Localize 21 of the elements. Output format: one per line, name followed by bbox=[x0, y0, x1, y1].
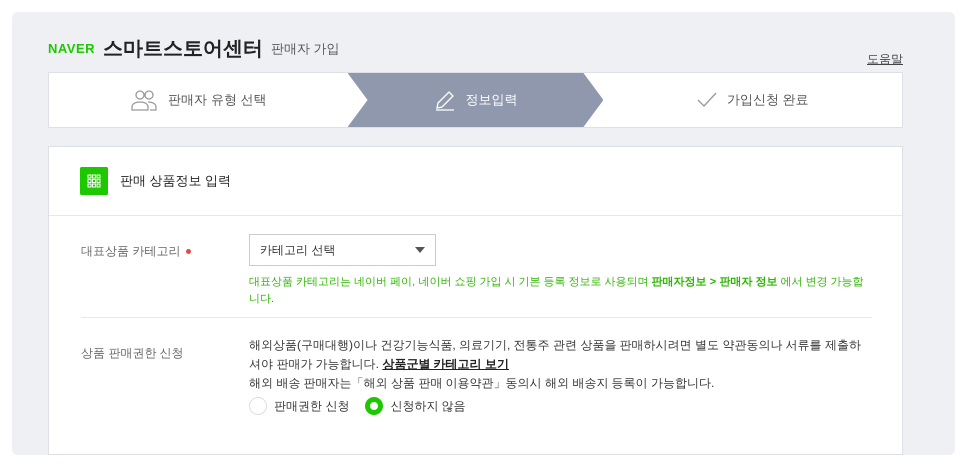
section-title: 판매 상품정보 입력 bbox=[120, 172, 232, 190]
field-label: 대표상품 카테고리 bbox=[81, 244, 180, 258]
hint-text: 대표상품 카테고리는 네이버 페이, 네이버 쇼핑 가입 시 기본 등록 정보로 사용되며 판매자정보 > 판매자 정보 에서 변경 가능합니다. bbox=[249, 275, 864, 307]
people-icon bbox=[130, 89, 158, 111]
field-label: 상품 판매권한 신청 bbox=[81, 346, 184, 360]
step-tab[interactable]: 가입신청 완료 bbox=[603, 73, 902, 127]
radio-option[interactable]: 신청하지 않음 bbox=[365, 397, 466, 415]
category-select[interactable]: 카테고리 선택 bbox=[249, 234, 436, 266]
step-tab[interactable]: 판매자 유형 선택 bbox=[49, 73, 348, 127]
category-link[interactable]: 상품군별 카테고리 보기 bbox=[382, 357, 510, 371]
note-text: 해외 배송 판매자는「해외 상품 판매 이용약관」동의시 해외 배송지 등록이 가능합니다. bbox=[249, 375, 716, 392]
page-title: 스마트스토어센터 bbox=[103, 37, 264, 62]
grid-icon bbox=[80, 167, 108, 195]
description-text: 해외상품(구매대행)이나 건강기능식품, 의료기기, 전통주 관련 상품을 판매하시려면 별도 약관동의나 서류를 제출하셔야 판매가 가능합니다. 상품군별 카테고리 보기 bbox=[249, 337, 862, 373]
radio-option[interactable]: 판매권한 신청 bbox=[249, 397, 350, 415]
brand-logo: NAVER bbox=[48, 40, 96, 58]
page-subtitle: 판매자 가입 bbox=[271, 40, 340, 58]
caret-icon bbox=[415, 247, 425, 253]
pencil-icon bbox=[434, 89, 456, 111]
check-icon bbox=[696, 92, 717, 108]
help-link[interactable]: 도움말 bbox=[867, 50, 903, 68]
